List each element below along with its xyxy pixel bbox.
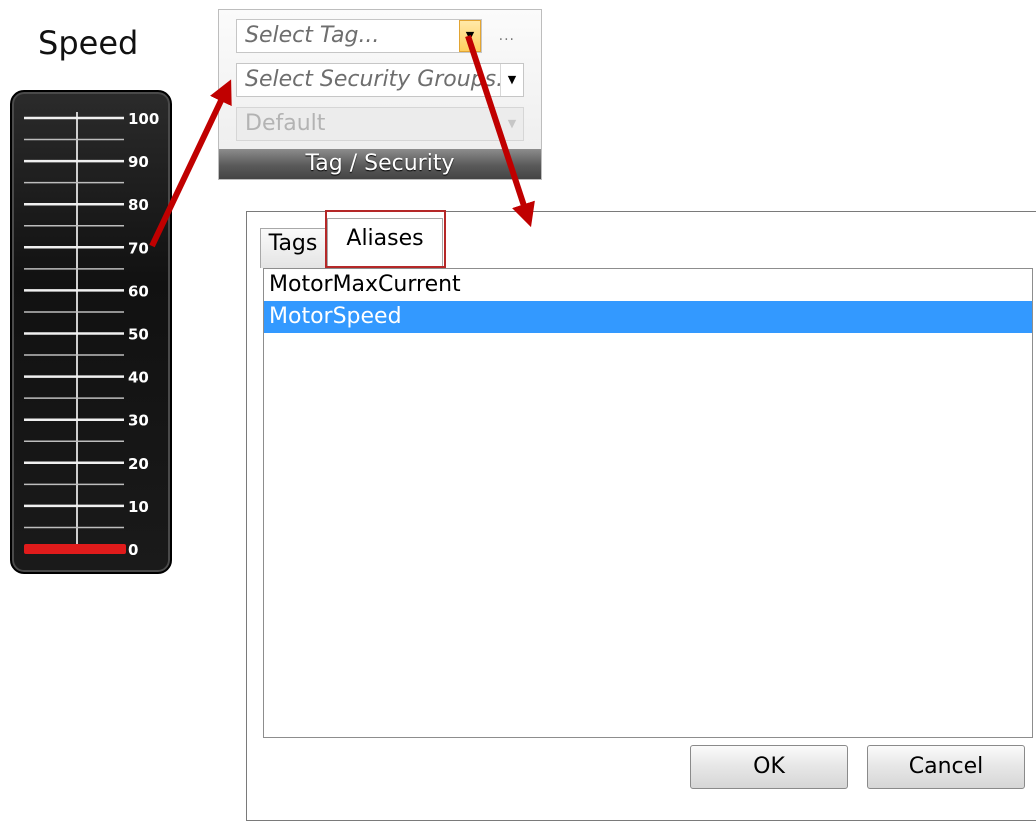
list-item[interactable]: MotorSpeed — [264, 301, 1032, 333]
tag-alias-dialog: Tags Aliases MotorMaxCurrent MotorSpeed … — [246, 210, 1036, 821]
chevron-down-icon[interactable]: ▼ — [500, 64, 523, 96]
select-security-placeholder: Select Security Groups... — [245, 67, 518, 92]
tab-tags[interactable]: Tags — [260, 228, 326, 268]
default-combobox: Default ▼ — [236, 107, 524, 141]
chevron-down-icon[interactable]: ▼ — [459, 20, 481, 52]
select-security-combobox[interactable]: Select Security Groups... ▼ — [236, 63, 524, 97]
gauge-scale: 1009080706050403020100 — [24, 110, 159, 559]
select-tag-placeholder: Select Tag... — [245, 23, 380, 48]
speed-gauge: 100 90 80 70 60 50 40 30 20 10 0 — [10, 90, 172, 574]
gauge-tick-label: 10 — [128, 498, 149, 516]
list-item[interactable]: MotorMaxCurrent — [264, 269, 1032, 301]
browse-tag-button[interactable]: ... — [499, 28, 515, 44]
gauge-tick-label: 50 — [128, 326, 149, 344]
cancel-button[interactable]: Cancel — [867, 745, 1025, 789]
gauge-tick-label: 20 — [128, 455, 149, 473]
panel-footer-label: Tag / Security — [219, 149, 541, 179]
gauge-tick-label: 60 — [128, 282, 149, 300]
gauge-tick-label: 100 — [128, 110, 159, 128]
gauge-title: Speed — [38, 24, 139, 62]
ok-button[interactable]: OK — [690, 745, 848, 789]
default-value: Default — [245, 111, 326, 136]
gauge-tick-label: 40 — [128, 369, 149, 387]
gauge-tick-label: 90 — [128, 153, 149, 171]
gauge-value-bar — [24, 544, 126, 554]
gauge-tick-label: 30 — [128, 412, 149, 430]
gauge-tick-label: 0 — [128, 541, 138, 559]
gauge-tick-label: 80 — [128, 196, 149, 214]
select-tag-combobox[interactable]: Select Tag... ▼ — [236, 19, 482, 53]
alias-listbox[interactable]: MotorMaxCurrent MotorSpeed — [263, 268, 1033, 738]
tag-security-panel: Select Tag... ▼ ... Select Security Grou… — [218, 9, 542, 180]
tab-aliases[interactable]: Aliases — [327, 218, 443, 270]
chevron-down-icon: ▼ — [507, 117, 517, 130]
gauge-tick-label: 70 — [128, 239, 149, 257]
